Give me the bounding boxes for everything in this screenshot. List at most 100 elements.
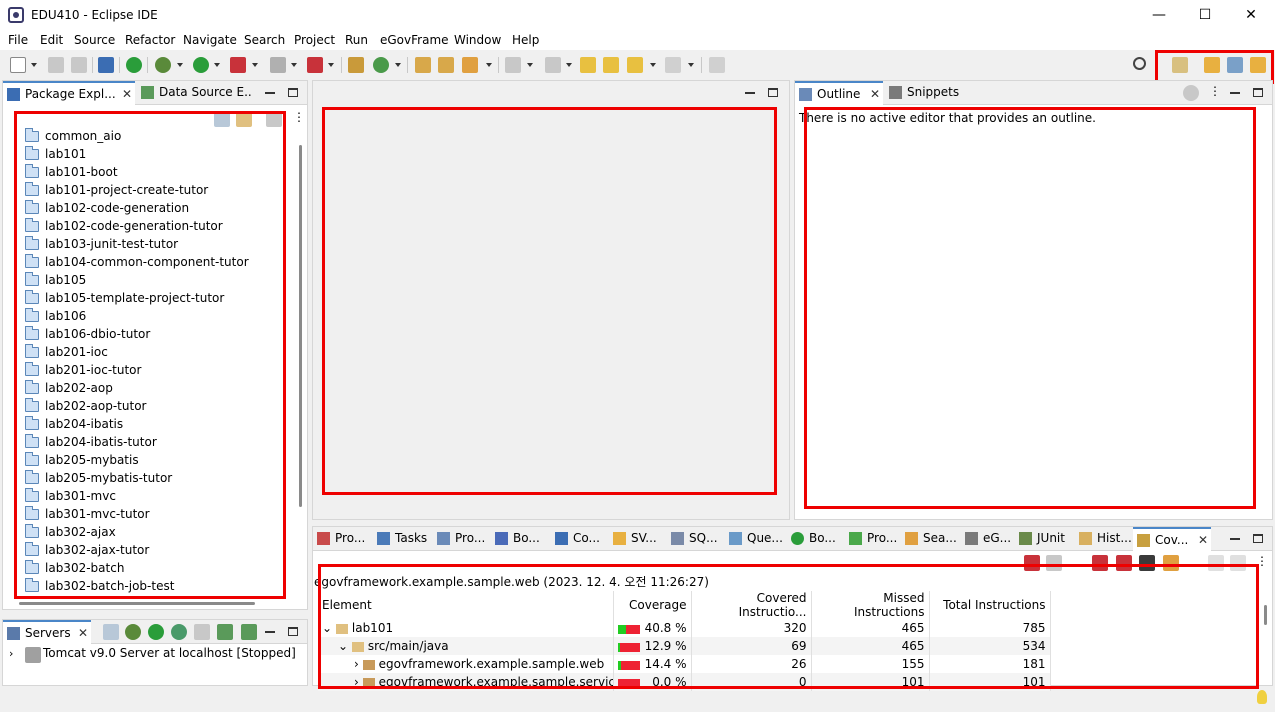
tab-sql[interactable]: SQ... xyxy=(667,527,723,551)
tab-coverage[interactable]: Cov... ✕ xyxy=(1133,527,1211,551)
coverage-row[interactable]: › egovframework.example.sample.web 14.4 %… xyxy=(318,655,1051,673)
collapse-all-icon[interactable] xyxy=(214,111,230,127)
menu-search[interactable]: Search xyxy=(244,33,285,47)
tab-outline[interactable]: Outline ✕ xyxy=(795,81,883,105)
coverage-row[interactable]: ⌄ lab101 40.8 % 320 465 785 xyxy=(318,619,1051,637)
new-class-icon[interactable] xyxy=(373,57,389,73)
expand-chevron-icon[interactable]: › xyxy=(9,647,13,660)
tab-query[interactable]: Que... xyxy=(725,527,785,551)
debug-icon[interactable] xyxy=(155,57,171,73)
new-icon[interactable] xyxy=(10,57,26,73)
expand-chevron-icon[interactable]: › xyxy=(354,657,363,671)
tab-boot[interactable]: Bo... xyxy=(787,527,845,551)
pin-editor-icon[interactable] xyxy=(709,57,725,73)
menu-egovframe[interactable]: eGovFrame xyxy=(380,33,449,47)
tab-egov[interactable]: eG... xyxy=(961,527,1015,551)
tab-progress[interactable]: Pro... xyxy=(845,527,901,551)
tree-hscrollbar[interactable] xyxy=(19,602,255,605)
tab-package-explorer[interactable]: Package Expl... ✕ xyxy=(3,81,135,105)
col-element[interactable]: Element xyxy=(318,591,614,619)
tab-problems[interactable]: Pro... xyxy=(313,527,371,551)
terminal-icon[interactable] xyxy=(98,57,114,73)
debug-perspective-icon[interactable] xyxy=(1250,57,1266,73)
tab-snippets[interactable]: Snippets xyxy=(885,81,965,105)
minimize-icon[interactable] xyxy=(745,92,755,94)
menu-help[interactable]: Help xyxy=(512,33,539,47)
profile-server-icon[interactable] xyxy=(171,624,187,640)
disconnect-icon[interactable] xyxy=(241,624,257,640)
menu-run[interactable]: Run xyxy=(345,33,368,47)
close-window-button[interactable]: ✕ xyxy=(1228,0,1274,30)
tab-svn[interactable]: SV... xyxy=(609,527,665,551)
egov-perspective-icon[interactable] xyxy=(1227,57,1243,73)
sessions-icon[interactable] xyxy=(1046,555,1062,571)
back-icon[interactable] xyxy=(627,57,643,73)
expanded-chevron-icon[interactable]: ⌄ xyxy=(338,639,352,653)
menu-refactor[interactable]: Refactor xyxy=(125,33,175,47)
menu-project[interactable]: Project xyxy=(294,33,335,47)
menu-navigate[interactable]: Navigate xyxy=(183,33,237,47)
maximize-icon[interactable] xyxy=(288,627,298,636)
tab-servers[interactable]: Servers ✕ xyxy=(3,620,91,644)
open-task-icon[interactable] xyxy=(438,57,454,73)
tab-bookmarks[interactable]: Bo... xyxy=(491,527,549,551)
tab-junit[interactable]: JUnit xyxy=(1015,527,1071,551)
forward-edit-icon[interactable] xyxy=(603,57,619,73)
col-missed[interactable]: Missed Instructions xyxy=(811,591,930,619)
view-menu-icon[interactable]: ⋮ xyxy=(1209,84,1221,98)
tab-data-source-explorer[interactable]: Data Source E... xyxy=(137,81,253,105)
open-perspective-icon[interactable] xyxy=(1172,57,1188,73)
focus-icon[interactable] xyxy=(1183,85,1199,101)
expand-chevron-icon[interactable]: › xyxy=(354,675,363,689)
maximize-icon[interactable] xyxy=(768,88,778,97)
merge-icon[interactable] xyxy=(1139,555,1155,571)
remove-all-icon[interactable] xyxy=(1116,555,1132,571)
skip-breakpoints-icon[interactable] xyxy=(126,57,142,73)
external-tools-icon[interactable] xyxy=(307,57,323,73)
collapse-icon[interactable] xyxy=(103,624,119,640)
forward-icon[interactable] xyxy=(665,57,681,73)
col-total[interactable]: Total Instructions xyxy=(929,591,1051,619)
remove-session-icon[interactable] xyxy=(1092,555,1108,571)
debug-server-icon[interactable] xyxy=(125,624,141,640)
col-covered[interactable]: Covered Instructio... xyxy=(691,591,812,619)
save-all-icon[interactable] xyxy=(71,57,87,73)
maximize-icon[interactable] xyxy=(288,88,298,97)
publish-icon[interactable] xyxy=(217,624,233,640)
maximize-button[interactable]: ☐ xyxy=(1182,0,1228,30)
start-server-icon[interactable] xyxy=(148,624,164,640)
server-item[interactable]: Tomcat v9.0 Server at localhost [Stopped… xyxy=(43,646,296,660)
minimize-icon[interactable] xyxy=(265,92,275,94)
stop-icon[interactable] xyxy=(270,57,286,73)
minimize-button[interactable]: — xyxy=(1136,0,1182,30)
close-icon[interactable]: ✕ xyxy=(870,83,880,105)
coverage-row[interactable]: ⌄ src/main/java 12.9 % 69 465 534 xyxy=(318,637,1051,655)
next-annotation-icon[interactable] xyxy=(505,57,521,73)
minimize-icon[interactable] xyxy=(265,631,275,633)
maximize-icon[interactable] xyxy=(1253,88,1263,97)
open-type-icon[interactable] xyxy=(415,57,431,73)
link-icon[interactable] xyxy=(1230,555,1246,571)
menu-edit[interactable]: Edit xyxy=(40,33,63,47)
prev-annotation-icon[interactable] xyxy=(545,57,561,73)
menu-window[interactable]: Window xyxy=(454,33,501,47)
run-icon[interactable] xyxy=(193,57,209,73)
tab-console[interactable]: Co... xyxy=(551,527,607,551)
last-edit-icon[interactable] xyxy=(580,57,596,73)
collapse-all-icon[interactable] xyxy=(1208,555,1224,571)
maximize-icon[interactable] xyxy=(1253,534,1263,543)
tab-history[interactable]: Hist... xyxy=(1075,527,1133,551)
tree-scrollbar[interactable] xyxy=(299,145,302,507)
search-icon[interactable] xyxy=(1133,57,1146,70)
stop-server-icon[interactable] xyxy=(194,624,210,640)
menu-file[interactable]: File xyxy=(8,33,28,47)
view-menu-icon[interactable]: ⋮ xyxy=(293,110,305,124)
new-java-project-icon[interactable] xyxy=(348,57,364,73)
coverage-scrollbar[interactable] xyxy=(1264,605,1267,625)
close-icon[interactable]: ✕ xyxy=(122,83,132,105)
save-icon[interactable] xyxy=(48,57,64,73)
tab-search[interactable]: Sea... xyxy=(901,527,959,551)
filter-icon[interactable] xyxy=(266,111,282,127)
menu-source[interactable]: Source xyxy=(74,33,115,47)
link-with-editor-icon[interactable] xyxy=(236,111,252,127)
